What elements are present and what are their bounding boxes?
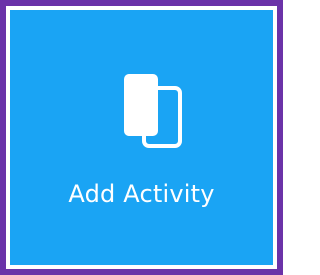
add-activity-button[interactable]: Add Activity	[6, 6, 277, 269]
tile-label: Add Activity	[68, 180, 215, 208]
duplicate-cards-icon	[116, 66, 188, 156]
add-activity-tile-frame: Add Activity	[0, 0, 283, 275]
